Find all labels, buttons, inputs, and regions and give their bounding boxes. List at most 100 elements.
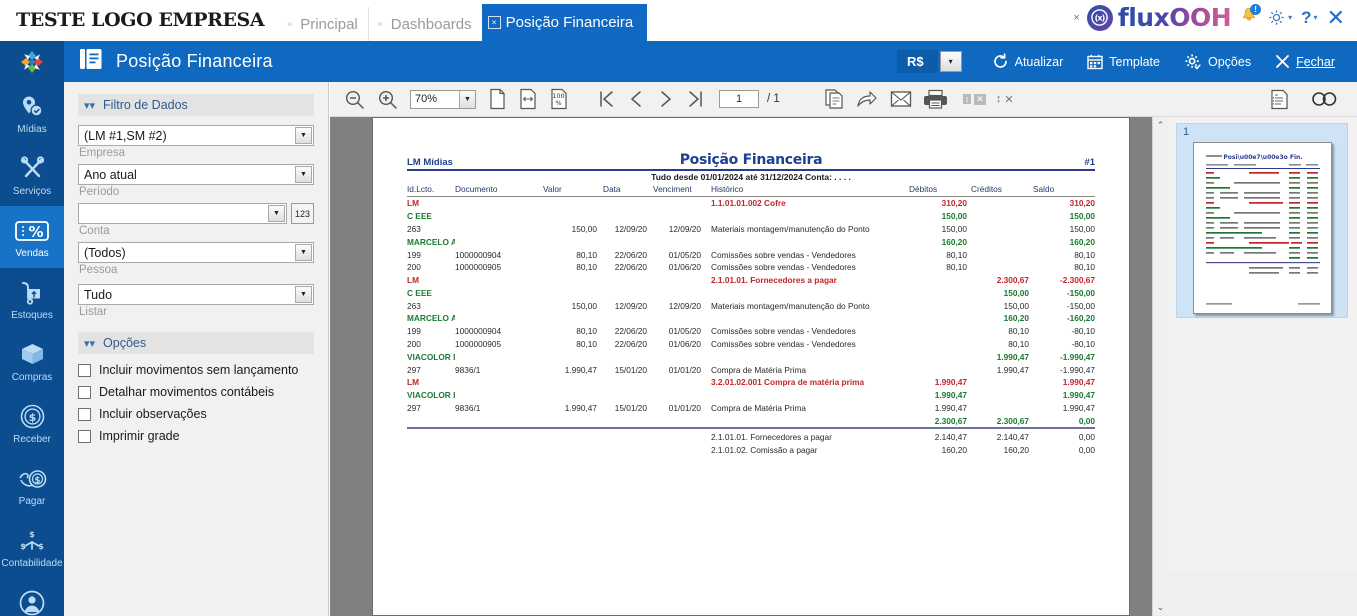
close-button[interactable]: Fechar: [1263, 50, 1347, 73]
small-close-icon[interactable]: ×: [1073, 12, 1079, 24]
window-close-icon[interactable]: ✕: [1327, 6, 1345, 29]
checkbox-box[interactable]: [78, 385, 91, 399]
field-label: Listar: [79, 306, 108, 318]
first-page-button[interactable]: [591, 89, 621, 109]
sidebar-item-pagar[interactable]: $ Pagar: [0, 454, 64, 516]
link-button[interactable]: [1305, 91, 1343, 107]
zoom-in-button[interactable]: [371, 89, 404, 110]
help-button[interactable]: ? ▾: [1301, 8, 1317, 28]
fit-width-button[interactable]: [513, 88, 544, 110]
app-launcher-button[interactable]: [0, 41, 64, 82]
empresa-select[interactable]: (LM #1,SM #2) ▼: [78, 125, 314, 146]
cell-creditos: [971, 210, 1033, 223]
checkbox-detalhar-movimentos[interactable]: Detalhar movimentos contábeis: [78, 385, 314, 399]
checkbox-incluir-observacoes[interactable]: Incluir observações: [78, 407, 314, 421]
tab-close-icon[interactable]: ×: [284, 19, 295, 29]
notifications-bell-icon[interactable]: !: [1240, 3, 1262, 30]
chevron-down-icon[interactable]: ▼: [295, 166, 312, 183]
periodo-select[interactable]: Ano atual ▼: [78, 164, 314, 185]
prev-page-button[interactable]: [621, 89, 651, 109]
tab-dashboards[interactable]: × Dashboards: [367, 7, 482, 41]
scroll-down-icon[interactable]: ⌄: [1157, 602, 1165, 613]
listar-select[interactable]: Tudo ▼: [78, 284, 314, 305]
chevron-down-icon[interactable]: ▾▾: [84, 337, 95, 350]
filter-panel: ▾▾ Filtro de Dados (LM #1,SM #2) ▼ Empre…: [64, 82, 329, 616]
chevron-down-icon[interactable]: ▼: [295, 286, 312, 303]
copy-button[interactable]: [818, 88, 850, 110]
chevron-down-icon[interactable]: ▾: [1288, 13, 1292, 22]
next-page-button[interactable]: [651, 89, 681, 109]
cell-creditos: 80,10: [1008, 338, 1029, 349]
zoom-out-button[interactable]: [338, 89, 371, 110]
cell-creditos: 150,00: [1003, 287, 1029, 298]
sidebar-item-contabilidade[interactable]: $ $ $ Contabilidade: [0, 516, 64, 578]
chevron-down-icon[interactable]: ▾: [1314, 13, 1318, 22]
col-header-valor: Valor: [543, 184, 603, 197]
print-button[interactable]: [918, 89, 953, 110]
tab-posicao-financeira[interactable]: × Posição Financeira: [481, 4, 648, 41]
mini-updown-icon[interactable]: ↕: [962, 94, 972, 104]
checkbox-imprimir-grade[interactable]: Imprimir grade: [78, 429, 314, 443]
page-number-input[interactable]: 1: [719, 90, 759, 108]
last-page-button[interactable]: [681, 89, 711, 109]
mini-close-icon[interactable]: ✕: [974, 93, 986, 105]
hand-truck-icon: [19, 278, 46, 308]
export-button[interactable]: [850, 88, 884, 110]
options-button[interactable]: Opções: [1172, 49, 1263, 75]
outline-panel-button[interactable]: [1264, 89, 1295, 110]
checkbox-incluir-movimentos[interactable]: Incluir movimentos sem lançamento: [78, 363, 314, 377]
cell-documento: [455, 197, 543, 210]
checkbox-box[interactable]: [78, 407, 91, 421]
chevron-down-icon[interactable]: ▼: [295, 127, 312, 144]
options-section-header[interactable]: ▾▾ Opções: [78, 332, 314, 354]
viewer-vertical-scrollbar[interactable]: ⌃ ⌄: [1152, 117, 1168, 616]
cell-id: C EEE: [407, 211, 432, 222]
checkbox-box[interactable]: [78, 363, 91, 377]
conta-select[interactable]: ▼: [78, 203, 287, 224]
sidebar-item-receber[interactable]: $ Receber: [0, 392, 64, 454]
button-label: Atualizar: [1014, 54, 1064, 69]
chevron-down-icon[interactable]: ▾▾: [84, 99, 95, 112]
sidebar-item-servicos[interactable]: Serviços: [0, 144, 64, 206]
sidebar-item-vendas[interactable]: % Vendas: [0, 206, 64, 268]
conta-numeric-button[interactable]: 123: [291, 203, 314, 224]
filter-section-header[interactable]: ▾▾ Filtro de Dados: [78, 94, 314, 116]
page-total-label: / 1: [767, 93, 780, 105]
checkbox-box[interactable]: [78, 429, 91, 443]
selected-value: (Todos): [84, 245, 126, 260]
mini-close-2-icon[interactable]: ✕: [1004, 93, 1013, 106]
cell-debitos: 160,20: [941, 236, 967, 247]
chevron-down-icon[interactable]: ▼: [459, 90, 475, 108]
chevron-down-icon[interactable]: ▼: [268, 205, 285, 222]
template-icon: [1087, 54, 1103, 69]
report-viewer[interactable]: LM Mídias Posição Financeira #1 Tudo des…: [330, 117, 1167, 616]
fit-page-button[interactable]: [482, 88, 513, 110]
sidebar-item-estoques[interactable]: Estoques: [0, 268, 64, 330]
settings-gear-button[interactable]: ▾: [1267, 8, 1292, 27]
section-title: Filtro de Dados: [103, 98, 188, 112]
table-row: MARCELO ALMEIDA 160,20 160,20: [407, 235, 1095, 248]
tab-close-icon[interactable]: ×: [375, 19, 386, 29]
currency-dropdown-button[interactable]: ▾: [939, 51, 962, 72]
cell-vencimento: 01/05/20: [668, 326, 701, 337]
email-button[interactable]: [884, 90, 918, 108]
sidebar-item-midias[interactable]: Mídias: [0, 82, 64, 144]
actual-size-button[interactable]: 100%: [544, 88, 575, 110]
cell-id: 199: [407, 249, 421, 260]
thumbnail-item[interactable]: 1 Posi\u00e7\u00e3o Fin.: [1176, 123, 1348, 318]
tab-close-icon[interactable]: ×: [487, 16, 501, 29]
refresh-button[interactable]: Atualizar: [980, 49, 1076, 74]
tab-principal[interactable]: × Principal: [278, 7, 368, 41]
chevron-down-icon[interactable]: ▼: [295, 244, 312, 261]
report-mini-controls[interactable]: ↕ ✕ ↕ ✕: [962, 93, 1014, 106]
zoom-level-select[interactable]: 70% ▼: [410, 89, 476, 109]
sidebar-item-compras[interactable]: Compras: [0, 330, 64, 392]
mini-updown-2-icon[interactable]: ↕: [996, 93, 1002, 105]
pessoa-select[interactable]: (Todos) ▼: [78, 242, 314, 263]
template-button[interactable]: Template: [1075, 50, 1172, 74]
scroll-up-icon[interactable]: ⌃: [1157, 120, 1165, 131]
sidebar-item-pessoas[interactable]: Pessoas: [0, 578, 64, 616]
cell-valor: [543, 210, 603, 223]
cell-data: [603, 443, 653, 456]
sidebar-item-label: Estoques: [11, 309, 53, 321]
